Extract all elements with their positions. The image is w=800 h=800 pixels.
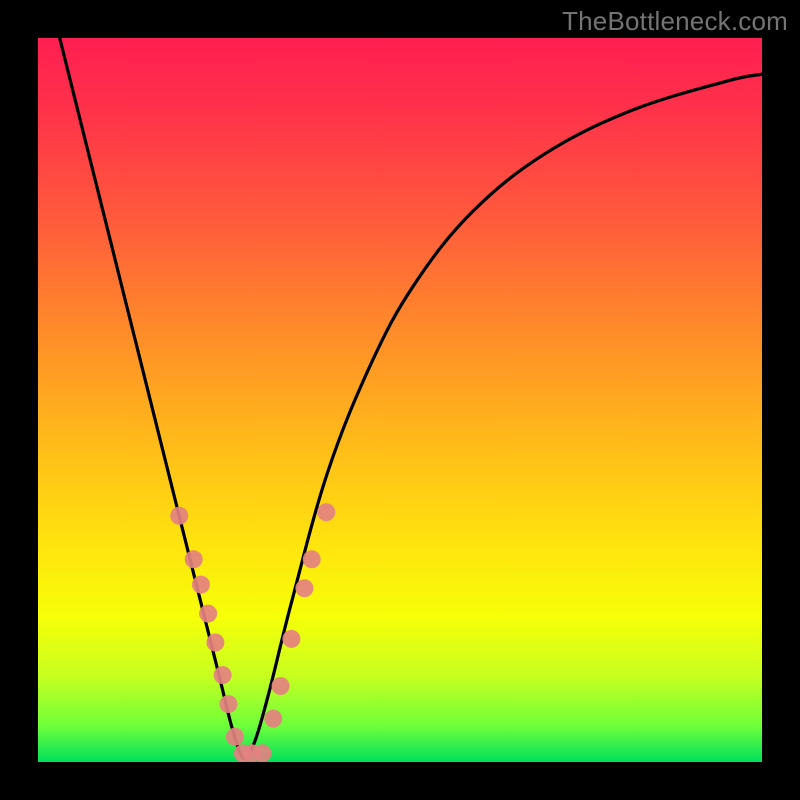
curve-marker <box>282 630 300 648</box>
curve-marker <box>199 605 217 623</box>
watermark-text: TheBottleneck.com <box>562 6 788 37</box>
curve-marker <box>264 710 282 728</box>
plot-area <box>38 38 762 762</box>
curve-marker <box>206 634 224 652</box>
curve-marker <box>226 728 244 746</box>
curve-marker <box>185 550 203 568</box>
curve-marker <box>317 503 335 521</box>
curve-marker <box>192 576 210 594</box>
chart-frame: TheBottleneck.com <box>0 0 800 800</box>
curve-marker <box>253 744 271 762</box>
curve-marker <box>303 550 321 568</box>
curve-marker <box>214 666 232 684</box>
curve-marker <box>272 677 290 695</box>
v-curve <box>38 38 762 762</box>
curve-marker <box>170 507 188 525</box>
curve-marker <box>219 695 237 713</box>
curve-marker <box>295 579 313 597</box>
